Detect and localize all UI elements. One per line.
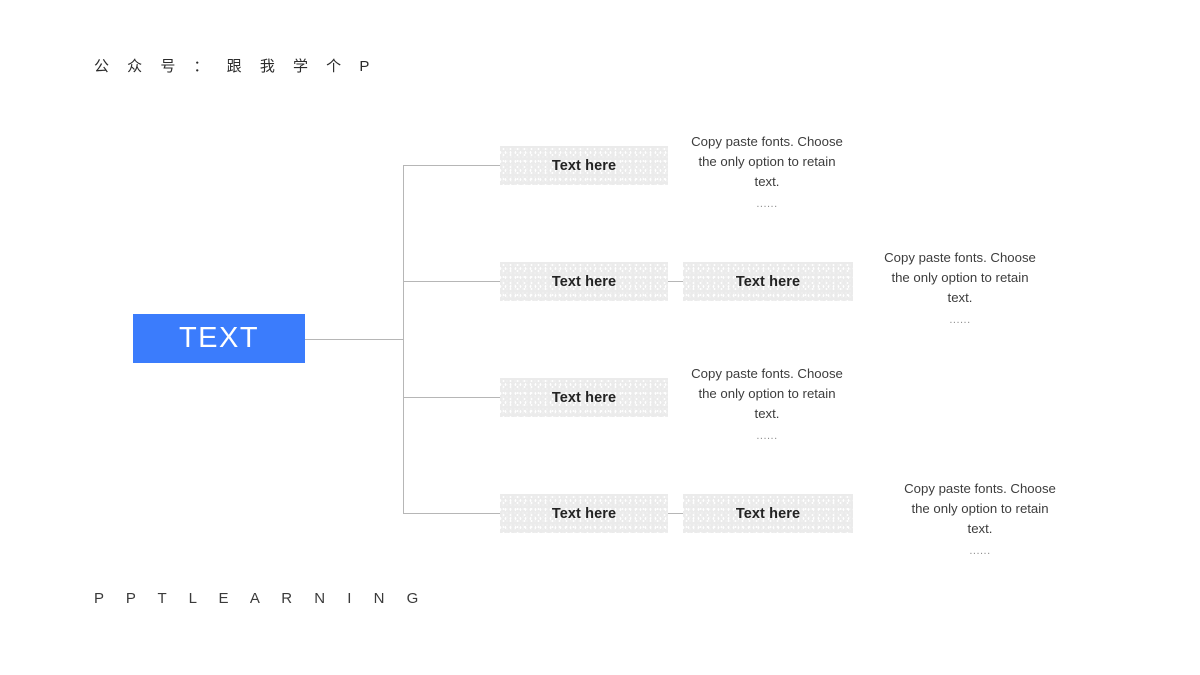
node-box-label: Text here <box>551 389 617 406</box>
paragraph-body: Copy paste fonts. Choose the only option… <box>884 250 1036 305</box>
connector-branch-4 <box>403 513 501 514</box>
paragraph-row3: Copy paste fonts. Choose the only option… <box>688 364 846 446</box>
slide-footer-label: P P T L E A R N I N G <box>94 590 428 607</box>
root-node-label: TEXT <box>178 322 260 354</box>
paragraph-ellipsis: ...... <box>756 198 778 210</box>
paragraph-row4: Copy paste fonts. Choose the only option… <box>898 479 1062 561</box>
connector-branch-1 <box>403 165 501 166</box>
connector-row2-level2 <box>668 281 683 282</box>
paragraph-row2: Copy paste fonts. Choose the only option… <box>878 248 1042 330</box>
paragraph-body: Copy paste fonts. Choose the only option… <box>691 134 843 189</box>
node-box-row4-level1[interactable]: Text here <box>500 494 668 533</box>
node-box-row2-level1[interactable]: Text here <box>500 262 668 301</box>
connector-vertical-spine <box>403 165 404 514</box>
connector-root-stub <box>305 339 404 340</box>
connector-row4-level2 <box>668 513 683 514</box>
node-box-row4-level2[interactable]: Text here <box>683 494 853 533</box>
node-box-label: Text here <box>735 273 801 290</box>
paragraph-row1: Copy paste fonts. Choose the only option… <box>688 132 846 214</box>
slide-header-label: 公 众 号 ： 跟 我 学 个 P <box>94 58 377 75</box>
node-box-row2-level2[interactable]: Text here <box>683 262 853 301</box>
node-box-label: Text here <box>551 157 617 174</box>
root-node-text[interactable]: TEXT <box>133 314 305 363</box>
node-box-row3-level1[interactable]: Text here <box>500 378 668 417</box>
node-box-row1-level1[interactable]: Text here <box>500 146 668 185</box>
paragraph-ellipsis: ...... <box>969 545 991 557</box>
slide-canvas: 公 众 号 ： 跟 我 学 个 P TEXT Text here Copy pa… <box>0 0 1200 675</box>
node-box-label: Text here <box>551 273 617 290</box>
connector-branch-2 <box>403 281 501 282</box>
paragraph-body: Copy paste fonts. Choose the only option… <box>904 481 1056 536</box>
connector-branch-3 <box>403 397 501 398</box>
node-box-label: Text here <box>551 505 617 522</box>
paragraph-ellipsis: ...... <box>756 430 778 442</box>
paragraph-body: Copy paste fonts. Choose the only option… <box>691 366 843 421</box>
node-box-label: Text here <box>735 505 801 522</box>
paragraph-ellipsis: ...... <box>949 314 971 326</box>
